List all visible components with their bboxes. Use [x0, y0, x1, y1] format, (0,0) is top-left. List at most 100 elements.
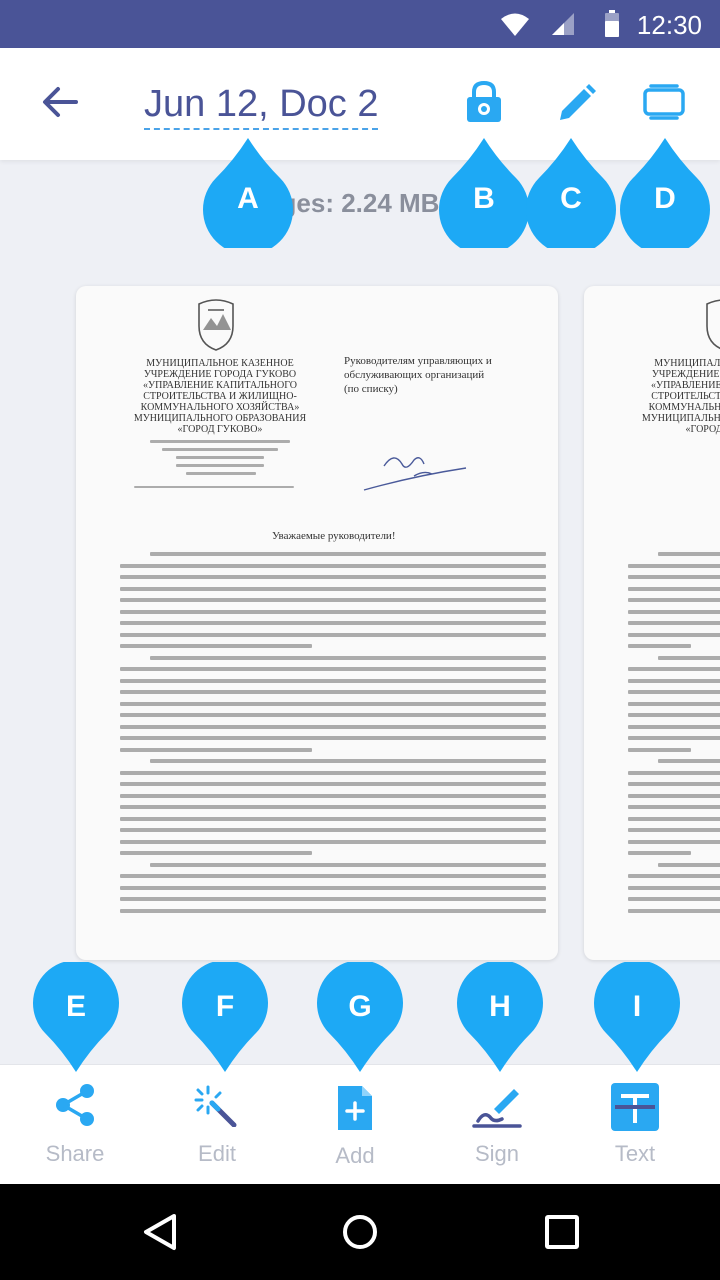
- scanned-text-line: [150, 862, 546, 867]
- scanned-text-line: [628, 793, 720, 798]
- scanned-text-line: [628, 575, 720, 579]
- scanned-text-line: [628, 632, 720, 637]
- callout-b: B: [438, 138, 530, 255]
- clock: 12:30: [636, 10, 702, 40]
- document-page-1[interactable]: МУНИЦИПАЛЬНОЕ КАЗЕННОЕ УЧРЕЖДЕНИЕ ГОРОДА…: [76, 286, 558, 960]
- scanned-text-line: [628, 851, 691, 855]
- scanned-text-line: [150, 655, 546, 660]
- edit-label: Edit: [198, 1141, 236, 1166]
- scanned-text-line: [150, 552, 546, 556]
- recipient-block: Руководителям управляющих и обслуживающи…: [344, 355, 492, 395]
- lock-icon[interactable]: [462, 78, 506, 126]
- scanned-text-line: [658, 759, 720, 763]
- scanned-text-line: [120, 908, 546, 913]
- system-navigation-bar: [0, 1184, 720, 1280]
- callout-d: D: [619, 138, 711, 255]
- text-recognition-icon: [611, 1083, 659, 1131]
- scanned-text-line: [628, 701, 720, 706]
- scanned-text-line: [628, 713, 720, 717]
- scanned-text-line: [658, 552, 720, 556]
- scanned-text-line: [628, 678, 720, 683]
- greeting: Уважаемые руководители!: [272, 530, 396, 542]
- scanned-text-line: [628, 897, 720, 901]
- document-scan-2: МУНИЦИПАЛЬНОЕ КАЗЕННОЕ УЧРЕЖДЕНИЕ ГОРОДА…: [584, 286, 720, 960]
- scanned-text-line: [628, 747, 691, 752]
- callout-e: E: [32, 960, 120, 1072]
- signal-icon: [552, 13, 574, 35]
- scanned-text-line: [628, 770, 720, 775]
- scanned-text-line: [628, 839, 720, 844]
- handwritten-signature: [363, 457, 467, 491]
- scanned-text-line: [628, 874, 720, 878]
- scanned-text-line: [658, 655, 720, 660]
- add-label: Add: [335, 1143, 375, 1168]
- scanned-text-line: [120, 736, 546, 740]
- text-button[interactable]: Text: [580, 1065, 690, 1185]
- callout-g: G: [316, 960, 404, 1072]
- scanned-text-line: [120, 598, 546, 602]
- edit-button[interactable]: Edit: [162, 1065, 272, 1185]
- scanned-text-line: [628, 621, 720, 625]
- scanned-text-line: [628, 609, 720, 614]
- scanned-text-line: [628, 644, 691, 648]
- back-triangle-icon[interactable]: [140, 1212, 180, 1252]
- scanned-text-line: [120, 690, 546, 694]
- text-label: Text: [614, 1141, 656, 1166]
- scanned-text-line: [658, 862, 720, 867]
- battery-icon: [605, 10, 619, 37]
- callout-f: F: [181, 960, 269, 1072]
- home-circle-icon[interactable]: [340, 1212, 380, 1252]
- document-page-2[interactable]: МУНИЦИПАЛЬНОЕ КАЗЕННОЕ УЧРЕЖДЕНИЕ ГОРОДА…: [584, 286, 720, 960]
- add-button[interactable]: Add: [300, 1065, 410, 1185]
- scanned-text-line: [120, 805, 546, 809]
- status-bar: 12:30: [0, 0, 720, 48]
- scanned-text-line: [120, 632, 546, 637]
- page-view-icon[interactable]: [642, 78, 686, 126]
- scanned-text-line: [120, 713, 546, 717]
- sign-button[interactable]: Sign: [442, 1065, 552, 1185]
- scanned-text-line: [120, 828, 546, 832]
- share-label: Share: [45, 1141, 105, 1166]
- sign-label: Sign: [474, 1141, 520, 1166]
- scanned-text-line: [120, 563, 546, 568]
- scanned-text-line: [120, 609, 546, 614]
- scanned-text-line: [628, 782, 720, 786]
- scanned-text-line: [150, 759, 546, 763]
- scanned-text-line: [120, 678, 546, 683]
- scanned-text-line: [628, 690, 720, 694]
- scanned-text-line: [120, 747, 312, 752]
- scanned-text-line: [120, 816, 546, 821]
- coat-of-arms-emblem: [198, 299, 234, 351]
- back-arrow-icon[interactable]: [36, 78, 84, 126]
- scanned-text-line: [628, 724, 720, 729]
- signature-pen-icon: [472, 1089, 522, 1128]
- coat-of-arms-emblem: [706, 299, 720, 350]
- sender-block: МУНИЦИПАЛЬНОЕ КАЗЕННОЕ УЧРЕЖДЕНИЕ ГОРОДА…: [133, 358, 307, 435]
- wifi-icon: [501, 13, 529, 36]
- scanned-text-line: [628, 908, 720, 913]
- scanned-text-line: [628, 805, 720, 809]
- scanned-text-line: [628, 586, 720, 591]
- document-title[interactable]: Jun 12, Doc 2: [144, 82, 379, 130]
- scanned-text-line: [120, 586, 546, 591]
- scanned-text-line: [120, 839, 546, 844]
- callout-c: C: [525, 138, 617, 255]
- pencil-icon[interactable]: [552, 78, 596, 126]
- scanned-text-line: [628, 667, 720, 671]
- scanned-text-line: [120, 575, 546, 579]
- scanned-text-line: [120, 644, 312, 648]
- scanned-text-line: [120, 667, 546, 671]
- scanned-text-line: [120, 897, 546, 901]
- callout-a: A: [202, 138, 294, 255]
- scanned-text-line: [628, 563, 720, 568]
- add-page-icon: [338, 1086, 372, 1130]
- scanned-text-line: [120, 885, 546, 890]
- scanned-text-line: [120, 782, 546, 786]
- scanned-text-line: [120, 770, 546, 775]
- recents-square-icon[interactable]: [542, 1212, 582, 1252]
- document-scan: МУНИЦИПАЛЬНОЕ КАЗЕННОЕ УЧРЕЖДЕНИЕ ГОРОДА…: [76, 286, 558, 960]
- scanned-text-line: [120, 701, 546, 706]
- magic-wand-icon: [194, 1085, 237, 1127]
- callout-h: H: [456, 960, 544, 1072]
- share-button[interactable]: Share: [20, 1065, 130, 1185]
